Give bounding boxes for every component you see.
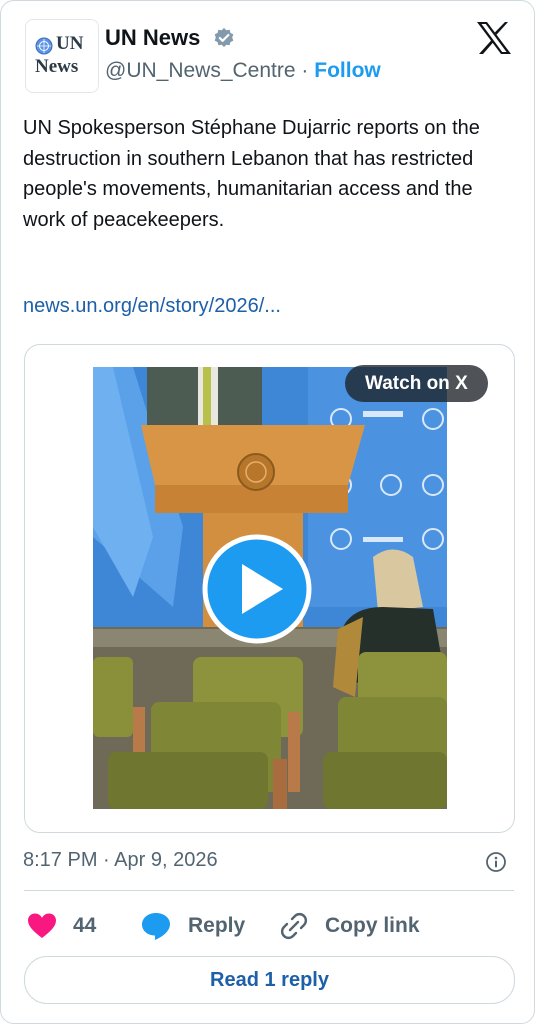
- reply-button[interactable]: Reply: [140, 909, 245, 943]
- avatar-text-line-2: News: [35, 56, 79, 77]
- x-logo-icon[interactable]: [475, 21, 513, 55]
- timestamp[interactable]: 8:17 PM · Apr 9, 2026: [23, 849, 218, 872]
- un-emblem-icon: [35, 37, 53, 55]
- tweet-link[interactable]: news.un.org/en/story/2026/...: [23, 295, 281, 318]
- author-handle-line: @UN_News_Centre · Follow: [105, 59, 381, 83]
- avatar-text-line-1: UN: [56, 33, 84, 54]
- tweet-text: UN Spokesperson Stéphane Dujarric report…: [23, 117, 480, 231]
- copy-link-label: Copy link: [325, 914, 420, 937]
- reply-label: Reply: [188, 914, 246, 937]
- copy-link-button[interactable]: Copy link: [280, 909, 420, 943]
- media-container: Watch on X: [24, 344, 515, 833]
- action-bar: 44 Reply Copy link: [1, 909, 534, 943]
- divider: [24, 890, 514, 891]
- like-button[interactable]: 44: [27, 909, 96, 943]
- avatar[interactable]: UN News: [25, 19, 99, 93]
- link-icon: [280, 912, 308, 940]
- author-handle[interactable]: @UN_News_Centre: [105, 59, 296, 82]
- author-name[interactable]: UN News: [105, 25, 200, 51]
- heart-icon: [28, 913, 56, 938]
- tweet-embed-card: UN News UN News @UN_News_Centre · Follow…: [0, 0, 535, 1024]
- play-icon: [202, 534, 312, 644]
- video-thumbnail[interactable]: [93, 367, 447, 809]
- read-replies-button[interactable]: Read 1 reply: [24, 956, 515, 1004]
- watch-on-x-button[interactable]: Watch on X: [345, 365, 488, 402]
- follow-button[interactable]: Follow: [314, 59, 381, 82]
- separator-dot: ·: [301, 59, 309, 82]
- verified-badge-icon: [214, 28, 234, 47]
- info-icon[interactable]: [485, 851, 507, 873]
- like-count: 44: [73, 914, 97, 937]
- speech-bubble-icon: [142, 913, 170, 940]
